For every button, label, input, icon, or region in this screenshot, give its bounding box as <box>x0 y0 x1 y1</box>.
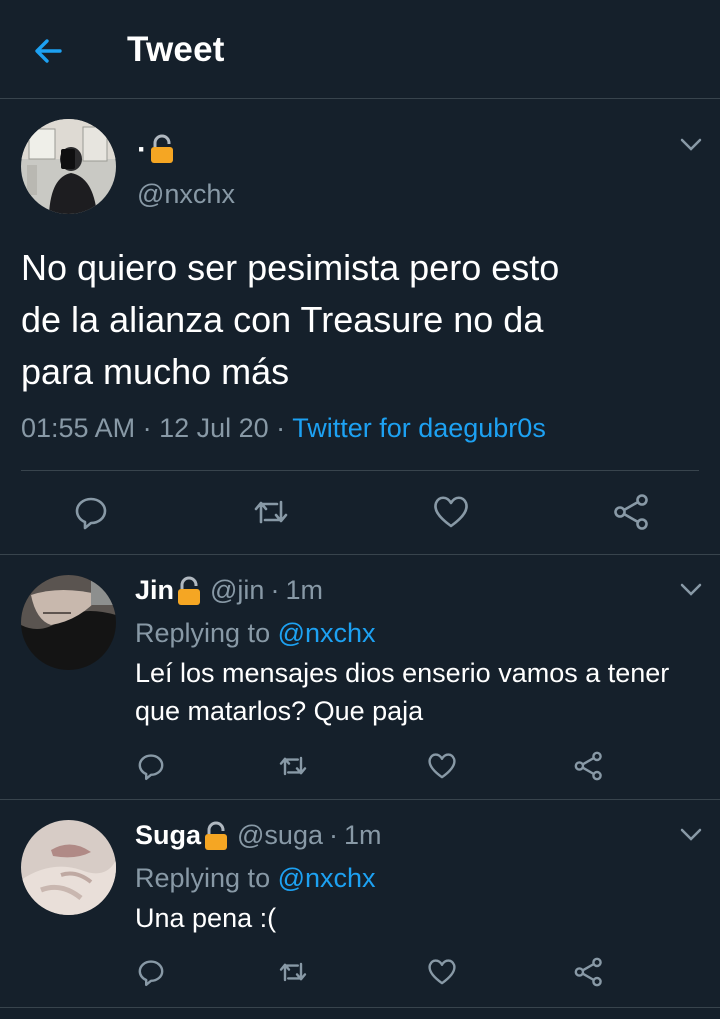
lock-icon <box>149 134 175 164</box>
tweet-meta: 01:55 AM · 12 Jul 20 · Twitter for daegu… <box>21 413 546 444</box>
tweet-detail-screen: Tweet · @nxchx No quiero ser pesimista p… <box>0 0 720 1019</box>
replying-to-link[interactable]: @nxchx <box>278 618 376 648</box>
lock-icon <box>176 576 202 606</box>
tweet-source-link[interactable]: Twitter for daegubr0s <box>292 413 546 443</box>
reply-icon[interactable] <box>71 492 111 532</box>
heart-icon[interactable] <box>426 956 458 988</box>
avatar[interactable] <box>21 820 116 915</box>
lock-icon <box>203 821 229 851</box>
avatar[interactable] <box>21 575 116 670</box>
share-icon[interactable] <box>573 956 605 988</box>
tweet-time: 01:55 AM <box>21 413 136 443</box>
replying-to: Replying to @nxchx <box>135 863 376 894</box>
reply-icon[interactable] <box>135 956 167 988</box>
chevron-down-icon[interactable] <box>680 583 702 597</box>
reply-text: Leí los mensajes dios enserio vamos a te… <box>135 658 670 726</box>
share-icon[interactable] <box>612 492 652 532</box>
meta-separator: · <box>135 413 160 443</box>
page-title: Tweet <box>127 30 225 69</box>
chevron-down-icon[interactable] <box>680 828 702 842</box>
display-name[interactable]: Jin <box>135 575 174 606</box>
retweet-icon[interactable] <box>277 750 309 782</box>
reply-header: Suga @suga · 1m <box>135 820 382 851</box>
heart-icon[interactable] <box>431 492 471 532</box>
separator: · <box>328 820 338 850</box>
retweet-icon[interactable] <box>251 492 291 532</box>
reply-header: Jin @jin · 1m <box>135 575 323 606</box>
divider <box>21 470 699 471</box>
chevron-down-icon[interactable] <box>680 138 702 152</box>
timestamp: 1m <box>285 575 323 605</box>
reply-text: Una pena :( <box>135 903 277 933</box>
reply-icon[interactable] <box>135 750 167 782</box>
display-name[interactable]: Suga <box>135 820 201 851</box>
share-icon[interactable] <box>573 750 605 782</box>
replying-to-label: Replying to <box>135 618 278 648</box>
replying-to-link[interactable]: @nxchx <box>278 863 376 893</box>
timestamp: 1m <box>343 820 382 850</box>
username[interactable]: @nxchx <box>137 179 235 210</box>
main-tweet[interactable]: · @nxchx No quiero ser pesimista pero es… <box>0 100 720 555</box>
username[interactable]: @jin <box>210 575 264 606</box>
tweet-text: No quiero ser pesimista pero esto de la … <box>21 247 560 392</box>
retweet-icon[interactable] <box>277 956 309 988</box>
replying-to: Replying to @nxchx <box>135 618 376 649</box>
tweet-date: 12 Jul 20 <box>159 413 269 443</box>
meta-separator: · <box>268 413 293 443</box>
top-bar: Tweet <box>0 0 720 99</box>
display-name[interactable]: · <box>137 133 175 167</box>
back-arrow-icon[interactable] <box>30 31 70 71</box>
username[interactable]: @suga <box>237 820 323 851</box>
reply-tweet[interactable]: Suga @suga · 1m Replying to @nxchx Una p… <box>0 801 720 1008</box>
heart-icon[interactable] <box>426 750 458 782</box>
separator: · <box>270 575 280 605</box>
avatar[interactable] <box>21 119 116 214</box>
reply-tweet[interactable]: Jin @jin · 1m Replying to @nxchx Leí los… <box>0 556 720 800</box>
replying-to-label: Replying to <box>135 863 278 893</box>
display-name-text: · <box>137 133 147 166</box>
